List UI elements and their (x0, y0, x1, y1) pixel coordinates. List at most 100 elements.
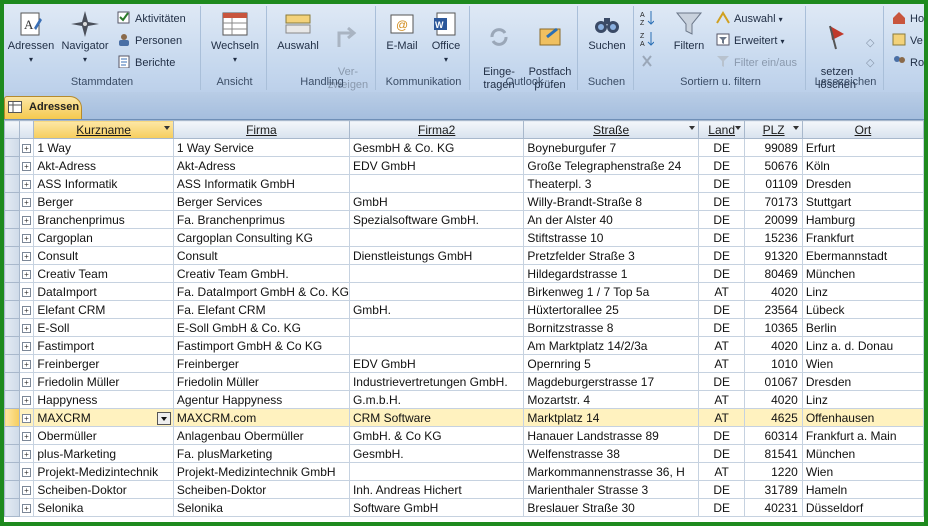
cell-land[interactable]: DE (697, 156, 746, 175)
row-expand-cell[interactable]: + (18, 264, 35, 283)
cell-firma[interactable]: Berger Services (172, 192, 350, 211)
cell-firma2[interactable]: Software GmbH (348, 498, 525, 517)
cell-plz[interactable]: 01109 (744, 174, 803, 193)
expand-plus-icon[interactable]: + (21, 503, 31, 513)
cell-plz[interactable]: 23564 (744, 300, 803, 319)
row-expand-cell[interactable]: + (18, 246, 35, 265)
cell-ort[interactable]: Frankfurt (801, 228, 924, 247)
cell-land[interactable]: DE (697, 318, 746, 337)
home-button[interactable]: Ho (892, 11, 924, 25)
row-selector[interactable] (4, 174, 20, 193)
row-expand-cell[interactable]: + (18, 138, 35, 157)
table-row[interactable]: + DataImport Fa. DataImport GmbH & Co. KG B… (4, 282, 924, 301)
row-selector[interactable] (4, 390, 20, 409)
cell-land[interactable]: DE (697, 498, 746, 517)
row-selector[interactable] (4, 210, 20, 229)
cell-ort[interactable]: Linz a. d. Donau (801, 336, 924, 355)
cell-firma[interactable]: Fa. DataImport GmbH & Co. KG (172, 282, 350, 301)
cell-firma2[interactable] (348, 282, 525, 301)
row-selector[interactable] (4, 264, 20, 283)
cell-ort[interactable]: Hamburg (801, 210, 924, 229)
cell-kurzname[interactable]: Creativ Team (33, 264, 174, 283)
table-row[interactable]: + Creativ Team Creativ Team GmbH. Hildegard… (4, 264, 924, 283)
row-expand-cell[interactable]: + (18, 174, 35, 193)
cell-firma2[interactable] (348, 462, 525, 481)
row-selector[interactable] (4, 228, 20, 247)
table-row[interactable]: + Akt-Adress Akt-Adress EDV GmbH Große Teleg… (4, 156, 924, 175)
cell-ort[interactable]: Köln (801, 156, 924, 175)
cell-strasse[interactable]: Hanauer Landstrasse 89 (523, 426, 699, 445)
cell-firma2[interactable]: EDV GmbH (348, 156, 525, 175)
cell-strasse[interactable]: Breslauer Straße 30 (523, 498, 699, 517)
expand-plus-icon[interactable]: + (21, 269, 31, 279)
cell-plz[interactable]: 80469 (744, 264, 803, 283)
filter-ein-aus-button[interactable]: Filter ein/aus (716, 55, 797, 69)
auswahl-button[interactable]: Auswahl (273, 10, 323, 53)
clear-sort-button[interactable] (640, 53, 658, 70)
cell-plz[interactable]: 01067 (744, 372, 803, 391)
expand-plus-icon[interactable]: + (21, 215, 31, 225)
select-all-corner[interactable] (4, 120, 20, 139)
table-row[interactable]: + Branchenprimus Fa. Branchenprimus Spezial… (4, 210, 924, 229)
suchen-button[interactable]: Suchen (582, 10, 632, 53)
cell-strasse[interactable]: Hüxtertorallee 25 (523, 300, 699, 319)
expand-plus-icon[interactable]: + (21, 179, 31, 189)
cell-strasse[interactable]: Birkenweg 1 / 7 Top 5a (523, 282, 699, 301)
expand-plus-icon[interactable]: + (21, 485, 31, 495)
cell-ort[interactable]: Hameln (801, 480, 924, 499)
row-expand-cell[interactable]: + (18, 336, 35, 355)
cell-land[interactable]: DE (697, 426, 746, 445)
cell-strasse[interactable]: Mozartstr. 4 (523, 390, 699, 409)
personen-button[interactable]: Personen (117, 33, 182, 47)
table-row[interactable]: +1 Way 1 Way Service GesmbH & Co. KG Boyneb… (4, 138, 924, 157)
table-row[interactable]: + Obermüller Anlagenbau Obermüller GmbH. & … (4, 426, 924, 445)
row-expand-cell[interactable]: + (18, 318, 35, 337)
cell-plz[interactable]: 4020 (744, 282, 803, 301)
cell-strasse[interactable]: Große Telegraphenstraße 24 (523, 156, 699, 175)
cell-kurzname[interactable]: Fastimport (33, 336, 174, 355)
row-expand-cell[interactable]: + (18, 228, 35, 247)
expand-plus-icon[interactable]: + (21, 449, 31, 459)
cell-strasse[interactable]: Pretzfelder Straße 3 (523, 246, 699, 265)
cell-land[interactable]: DE (697, 246, 746, 265)
table-row[interactable]: + ASS Informatik ASS Informatik GmbH Theate… (4, 174, 924, 193)
cell-plz[interactable]: 31789 (744, 480, 803, 499)
row-expand-cell[interactable]: + (18, 390, 35, 409)
row-expand-cell[interactable]: + (18, 156, 35, 175)
expand-plus-icon[interactable]: + (21, 413, 31, 423)
cell-kurzname[interactable]: Selonika (33, 498, 174, 517)
cell-ort[interactable]: Wien (801, 354, 924, 373)
office-button[interactable]: W Office ▾ (424, 10, 468, 66)
cell-plz[interactable]: 4020 (744, 390, 803, 409)
cell-land[interactable]: DE (697, 480, 746, 499)
erweitert-button[interactable]: Erweitert ▾ (716, 33, 784, 47)
cell-land[interactable]: AT (697, 390, 746, 409)
cell-firma2[interactable]: GesmbH. (348, 444, 525, 463)
cell-ort[interactable]: Frankfurt a. Main (801, 426, 924, 445)
cell-firma[interactable]: Consult (172, 246, 350, 265)
row-selector[interactable] (4, 354, 20, 373)
column-header-firma[interactable]: Firma (172, 120, 350, 139)
cell-firma[interactable]: Fa. plusMarketing (172, 444, 350, 463)
filtern-button[interactable]: Filtern (662, 10, 716, 53)
wechseln-button[interactable]: Wechseln ▾ (205, 10, 265, 66)
cell-firma2[interactable]: EDV GmbH (348, 354, 525, 373)
row-selector[interactable] (4, 462, 20, 481)
expand-plus-icon[interactable]: + (21, 377, 31, 387)
row-expand-cell[interactable]: + (18, 372, 35, 391)
cell-ort[interactable]: Stuttgart (801, 192, 924, 211)
cell-firma[interactable]: Creativ Team GmbH. (172, 264, 350, 283)
cell-firma2[interactable]: GmbH. (348, 300, 525, 319)
cell-ort[interactable]: Linz (801, 282, 924, 301)
row-selector[interactable] (4, 372, 20, 391)
table-row[interactable]: + Berger Berger Services GmbH Willy-Brandt-S… (4, 192, 924, 211)
cell-land[interactable]: AT (697, 336, 746, 355)
cell-firma2[interactable] (348, 264, 525, 283)
table-row[interactable]: + Fastimport Fastimport GmbH & Co KG Am Mar… (4, 336, 924, 355)
cell-strasse[interactable]: Am Marktplatz 14/2/3a (523, 336, 699, 355)
berichte-button[interactable]: Berichte (117, 55, 175, 69)
table-row[interactable]: + plus-Marketing Fa. plusMarketing GesmbH. W… (4, 444, 924, 463)
cell-firma2[interactable] (348, 174, 525, 193)
row-expand-cell[interactable]: + (18, 444, 35, 463)
auswahl-filter-button[interactable]: Auswahl ▾ (716, 11, 783, 25)
